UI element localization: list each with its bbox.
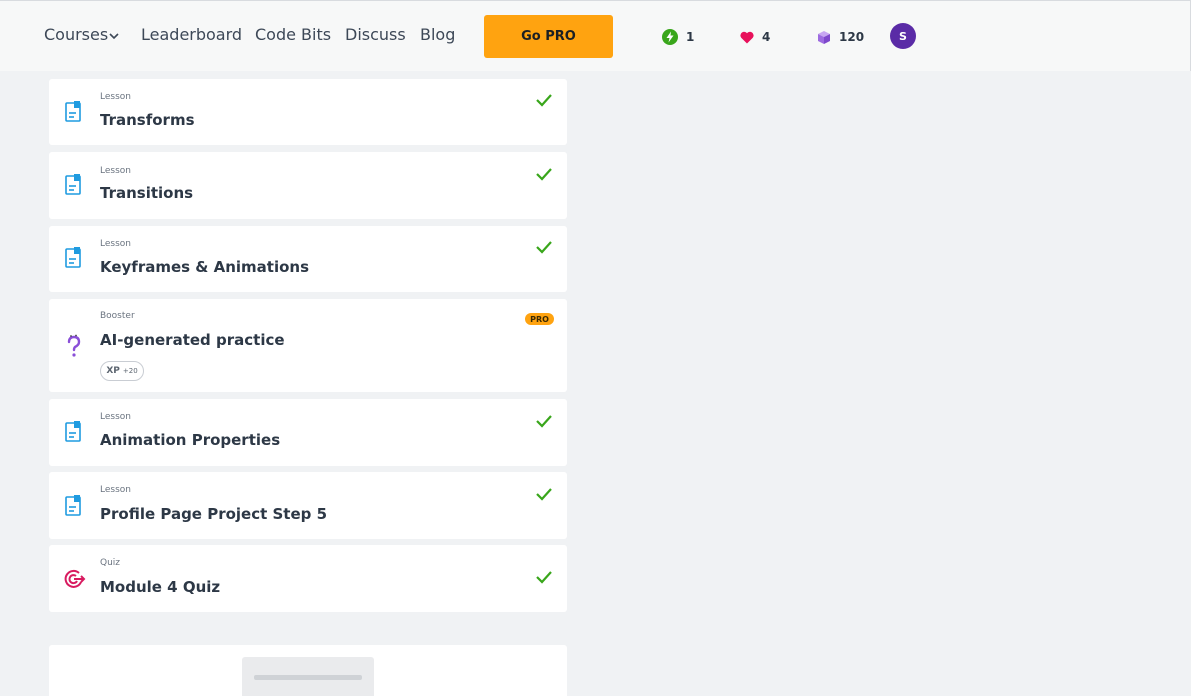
nav-discuss[interactable]: Discuss <box>345 25 406 47</box>
nav-courses-label: Courses <box>44 25 109 44</box>
item-title: Transforms <box>100 111 195 129</box>
nav-code-bits[interactable]: Code Bits <box>255 25 331 47</box>
item-kind: Lesson <box>100 239 131 249</box>
item-kind: Quiz <box>100 558 121 568</box>
streak-count: 1 <box>686 30 695 44</box>
document-icon <box>65 174 81 195</box>
checkmark-icon <box>536 241 552 254</box>
bits-count: 120 <box>839 30 865 44</box>
item-kind: Booster <box>100 311 135 321</box>
bits-stat[interactable]: 120 <box>817 28 864 46</box>
checkmark-icon <box>536 94 552 107</box>
document-icon <box>65 101 81 122</box>
top-navbar: Courses Leaderboard Code Bits Discuss Bl… <box>0 0 1191 71</box>
xp-amount: +20 <box>122 367 138 375</box>
item-title: AI-generated practice <box>100 331 285 349</box>
document-icon <box>65 421 81 442</box>
lesson-card[interactable]: Lesson Profile Page Project Step 5 <box>49 472 567 539</box>
go-pro-button[interactable]: Go PRO <box>484 15 613 58</box>
hearts-count: 4 <box>762 30 771 44</box>
xp-label: XP <box>106 366 120 376</box>
cube-icon <box>818 30 830 44</box>
checkmark-icon <box>536 488 552 501</box>
item-kind: Lesson <box>100 412 131 422</box>
item-title: Keyframes & Animations <box>100 258 310 276</box>
placeholder-bar <box>254 675 362 680</box>
bottom-card <box>49 645 567 696</box>
item-kind: Lesson <box>100 485 131 495</box>
document-icon <box>65 495 81 516</box>
chevron-down-icon <box>109 33 119 40</box>
nav-blog[interactable]: Blog <box>420 25 455 47</box>
item-kind: Lesson <box>100 166 131 176</box>
avatar[interactable]: S <box>890 23 916 49</box>
loading-placeholder <box>242 657 374 696</box>
item-title: Animation Properties <box>100 431 281 449</box>
checkmark-icon <box>536 168 552 181</box>
item-title: Profile Page Project Step 5 <box>100 505 328 523</box>
target-icon <box>64 569 86 588</box>
item-kind: Lesson <box>100 92 131 102</box>
lesson-card[interactable]: Lesson Keyframes & Animations <box>49 226 567 292</box>
heart-icon <box>740 31 754 43</box>
question-icon <box>67 334 81 357</box>
quiz-card[interactable]: Quiz Module 4 Quiz <box>49 545 567 612</box>
item-title: Module 4 Quiz <box>100 578 221 596</box>
booster-card[interactable]: Booster AI-generated practice PRO XP +20 <box>49 299 567 392</box>
lesson-card[interactable]: Lesson Transitions <box>49 152 567 219</box>
hearts-stat[interactable]: 4 <box>740 28 770 46</box>
pro-badge: PRO <box>525 313 554 325</box>
lesson-card[interactable]: Lesson Transforms <box>49 79 567 145</box>
xp-chip: XP +20 <box>100 361 144 381</box>
item-title: Transitions <box>100 184 194 202</box>
nav-leaderboard[interactable]: Leaderboard <box>141 25 242 47</box>
nav-courses[interactable]: Courses <box>44 25 119 47</box>
checkmark-icon <box>536 415 552 428</box>
lesson-card[interactable]: Lesson Animation Properties <box>49 399 567 466</box>
document-icon <box>65 247 81 268</box>
checkmark-icon <box>536 571 552 584</box>
streak-stat[interactable]: 1 <box>662 28 694 46</box>
lightning-icon <box>662 29 678 45</box>
